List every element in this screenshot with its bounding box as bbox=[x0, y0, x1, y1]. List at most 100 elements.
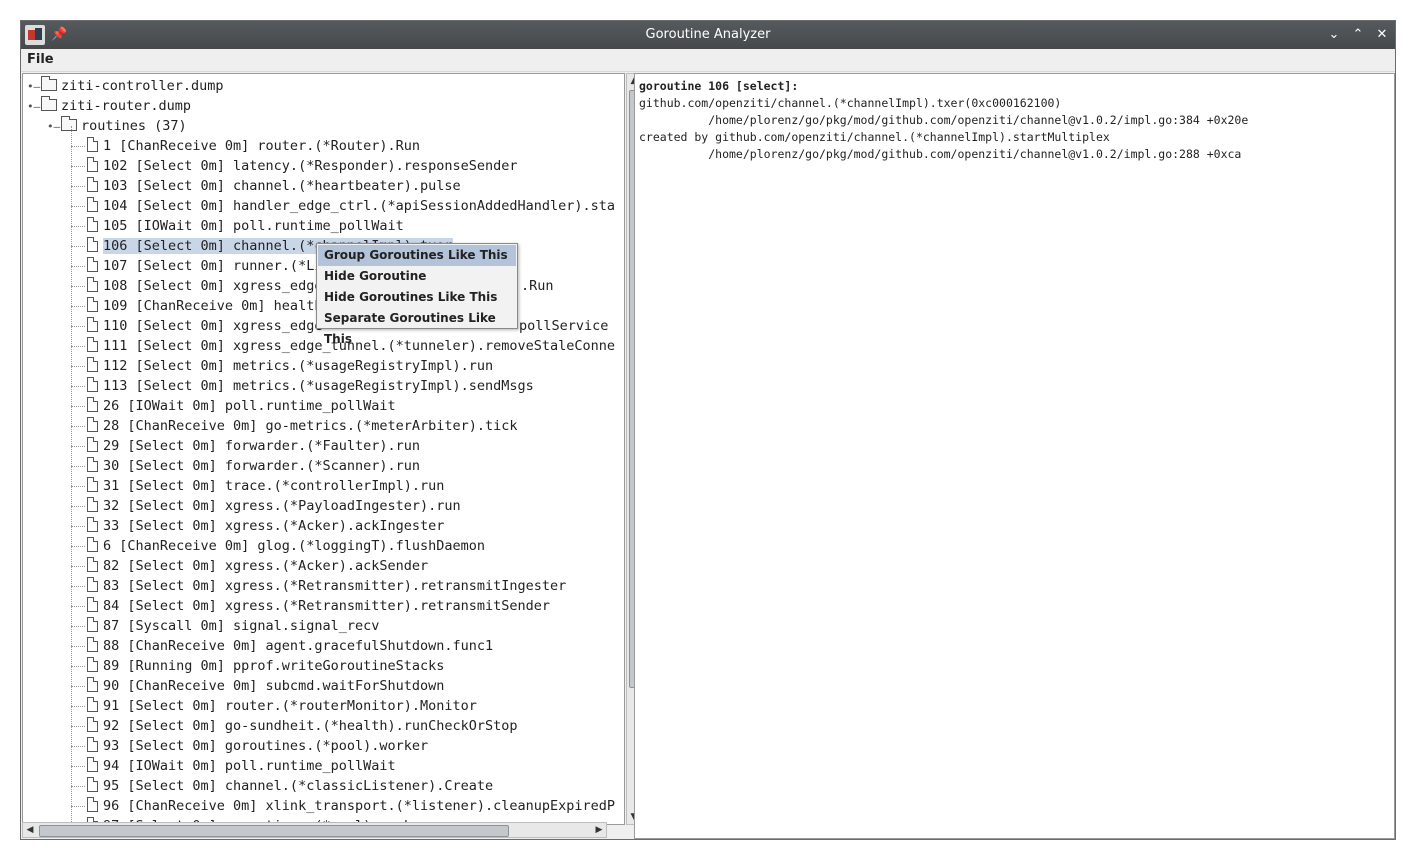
tree-guide-line bbox=[71, 346, 85, 347]
title-bar[interactable]: 📌 Goroutine Analyzer ⌄ ⌃ ✕ bbox=[21, 21, 1395, 49]
tree-node-dump[interactable]: •– ziti-router.dump bbox=[27, 96, 191, 116]
tree-guide-line bbox=[71, 166, 85, 167]
goroutine-row[interactable]: 1 [ChanReceive 0m] router.(*Router).Run bbox=[87, 136, 420, 156]
goroutine-row[interactable]: 95 [Select 0m] channel.(*classicListener… bbox=[87, 776, 493, 796]
goroutine-label: 109 [ChanReceive 0m] health bbox=[103, 298, 323, 314]
tree-guide-line bbox=[71, 666, 85, 667]
scroll-left-icon[interactable]: ◀ bbox=[23, 823, 37, 837]
goroutine-tree-pane[interactable]: •– ziti-controller.dump •– ziti-router.dum… bbox=[22, 73, 625, 825]
goroutine-label: 107 [Select 0m] runner.(*Li bbox=[103, 258, 323, 274]
close-icon[interactable]: ✕ bbox=[1373, 26, 1391, 44]
goroutine-label: 96 [ChanReceive 0m] xlink_transport.(*li… bbox=[103, 798, 616, 814]
file-icon bbox=[87, 197, 98, 212]
goroutine-row[interactable]: 105 [IOWait 0m] poll.runtime_pollWait bbox=[87, 216, 404, 236]
scroll-right-icon[interactable]: ▶ bbox=[592, 823, 606, 837]
goroutine-row[interactable]: 32 [Select 0m] xgress.(*PayloadIngester)… bbox=[87, 496, 461, 516]
goroutine-row[interactable]: 103 [Select 0m] channel.(*heartbeater).p… bbox=[87, 176, 461, 196]
goroutine-label: 87 [Syscall 0m] signal.signal_recv bbox=[103, 618, 380, 634]
goroutine-row[interactable]: 92 [Select 0m] go-sundheit.(*health).run… bbox=[87, 716, 518, 736]
goroutine-label: 110 [Select 0m] xgress_edge bbox=[103, 318, 323, 334]
file-icon bbox=[87, 417, 98, 432]
goroutine-row[interactable]: 82 [Select 0m] xgress.(*Acker).ackSender bbox=[87, 556, 428, 576]
goroutine-label: 28 [ChanReceive 0m] go-metrics.(*meterAr… bbox=[103, 418, 518, 434]
goroutine-row[interactable]: 94 [IOWait 0m] poll.runtime_pollWait bbox=[87, 756, 396, 776]
expanded-toggle-icon[interactable]: •– bbox=[27, 97, 40, 117]
goroutine-row[interactable]: 28 [ChanReceive 0m] go-metrics.(*meterAr… bbox=[87, 416, 518, 436]
minimize-icon[interactable]: ⌄ bbox=[1325, 26, 1343, 44]
goroutine-row[interactable]: 31 [Select 0m] trace.(*controllerImpl).r… bbox=[87, 476, 444, 496]
menu-item-hide-like-this[interactable]: Hide Goroutines Like This bbox=[318, 287, 516, 308]
goroutine-row[interactable]: 29 [Select 0m] forwarder.(*Faulter).run bbox=[87, 436, 420, 456]
menu-item-hide-goroutine[interactable]: Hide Goroutine bbox=[318, 266, 516, 287]
goroutine-label: 30 [Select 0m] forwarder.(*Scanner).run bbox=[103, 458, 420, 474]
goroutine-row[interactable]: 6 [ChanReceive 0m] glog.(*loggingT).flus… bbox=[87, 536, 485, 556]
file-icon bbox=[87, 717, 98, 732]
menu-bar: File bbox=[21, 49, 1395, 72]
tree-node-dump[interactable]: •– ziti-controller.dump bbox=[27, 76, 224, 96]
goroutine-row[interactable]: 112 [Select 0m] metrics.(*usageRegistryI… bbox=[87, 356, 493, 376]
menu-item-group-like-this[interactable]: Group Goroutines Like This bbox=[318, 245, 516, 266]
file-icon bbox=[87, 617, 98, 632]
goroutine-row[interactable]: 113 [Select 0m] metrics.(*usageRegistryI… bbox=[87, 376, 534, 396]
goroutine-label: 89 [Running 0m] pprof.writeGoroutineStac… bbox=[103, 658, 445, 674]
goroutine-row[interactable]: 33 [Select 0m] xgress.(*Acker).ackIngest… bbox=[87, 516, 444, 536]
stack-line: created by github.com/openziti/channel.(… bbox=[639, 130, 1110, 144]
tree-guide-line bbox=[71, 526, 85, 527]
stack-trace-pane[interactable]: goroutine 106 [select]: github.com/openzi… bbox=[634, 73, 1395, 839]
routines-label: routines (37) bbox=[81, 118, 187, 134]
tree-guide-line bbox=[71, 186, 85, 187]
stack-trace-text[interactable]: goroutine 106 [select]: github.com/openzi… bbox=[639, 78, 1248, 163]
goroutine-row[interactable]: 83 [Select 0m] xgress.(*Retransmitter).r… bbox=[87, 576, 566, 596]
tree-guide-line bbox=[71, 506, 85, 507]
tree-guide-line bbox=[71, 626, 85, 627]
menu-item-separate-like-this[interactable]: Separate Goroutines Like This bbox=[318, 308, 516, 346]
goroutine-row[interactable]: 107 [Select 0m] runner.(*Li bbox=[87, 256, 322, 276]
file-icon bbox=[87, 497, 98, 512]
tree-guide-line bbox=[71, 306, 85, 307]
tree-guide-line bbox=[71, 566, 85, 567]
tree-guide-line bbox=[71, 746, 85, 747]
tree-horizontal-scrollbar[interactable]: ◀ ▶ bbox=[22, 822, 607, 838]
tree-guide-line bbox=[71, 366, 85, 367]
goroutine-tree[interactable]: •– ziti-controller.dump •– ziti-router.dum… bbox=[23, 74, 624, 824]
tree-guide-line bbox=[71, 486, 85, 487]
goroutine-label: 105 [IOWait 0m] poll.runtime_pollWait bbox=[103, 218, 404, 234]
goroutine-row[interactable]: 110 [Select 0m] xgress_edge bbox=[87, 316, 322, 336]
goroutine-row[interactable]: 87 [Syscall 0m] signal.signal_recv bbox=[87, 616, 379, 636]
goroutine-row[interactable]: 90 [ChanReceive 0m] subcmd.waitForShutdo… bbox=[87, 676, 444, 696]
file-icon bbox=[87, 157, 98, 172]
goroutine-row[interactable]: 96 [ChanReceive 0m] xlink_transport.(*li… bbox=[87, 796, 615, 816]
menu-file[interactable]: File bbox=[25, 51, 56, 69]
goroutine-label-tail: .Run bbox=[521, 278, 554, 294]
tree-node-routines[interactable]: •– routines (37) bbox=[47, 116, 187, 136]
goroutine-label: 84 [Select 0m] xgress.(*Retransmitter).r… bbox=[103, 598, 551, 614]
maximize-icon[interactable]: ⌃ bbox=[1349, 26, 1367, 44]
goroutine-row[interactable]: 88 [ChanReceive 0m] agent.gracefulShutdo… bbox=[87, 636, 493, 656]
window-title: Goroutine Analyzer bbox=[645, 27, 771, 42]
goroutine-label: 104 [Select 0m] handler_edge_ctrl.(*apiS… bbox=[103, 198, 616, 214]
file-icon bbox=[87, 757, 98, 772]
horizontal-scroll-thumb[interactable] bbox=[39, 825, 509, 837]
goroutine-label: 82 [Select 0m] xgress.(*Acker).ackSender bbox=[103, 558, 429, 574]
goroutine-row[interactable]: 26 [IOWait 0m] poll.runtime_pollWait bbox=[87, 396, 396, 416]
goroutine-row[interactable]: 108 [Select 0m] xgress_edge bbox=[87, 276, 322, 296]
goroutine-row[interactable]: 89 [Running 0m] pprof.writeGoroutineStac… bbox=[87, 656, 444, 676]
split-pane-divider[interactable] bbox=[626, 73, 634, 839]
collapsed-toggle-icon[interactable]: •– bbox=[27, 77, 40, 97]
file-icon bbox=[87, 317, 98, 332]
goroutine-row[interactable]: 30 [Select 0m] forwarder.(*Scanner).run bbox=[87, 456, 420, 476]
goroutine-row[interactable]: 109 [ChanReceive 0m] health bbox=[87, 296, 322, 316]
file-icon bbox=[87, 597, 98, 612]
goroutine-row[interactable]: 93 [Select 0m] goroutines.(*pool).worker bbox=[87, 736, 428, 756]
goroutine-row[interactable]: 104 [Select 0m] handler_edge_ctrl.(*apiS… bbox=[87, 196, 615, 216]
goroutine-row[interactable]: 102 [Select 0m] latency.(*Responder).res… bbox=[87, 156, 518, 176]
tree-guide-line bbox=[71, 126, 72, 824]
goroutine-label: 83 [Select 0m] xgress.(*Retransmitter).r… bbox=[103, 578, 567, 594]
goroutine-row[interactable]: 84 [Select 0m] xgress.(*Retransmitter).r… bbox=[87, 596, 550, 616]
file-icon bbox=[87, 697, 98, 712]
goroutine-label: 95 [Select 0m] channel.(*classicListener… bbox=[103, 778, 494, 794]
goroutine-row[interactable]: 91 [Select 0m] router.(*routerMonitor).M… bbox=[87, 696, 477, 716]
goroutine-label: 90 [ChanReceive 0m] subcmd.waitForShutdo… bbox=[103, 678, 445, 694]
expanded-toggle-icon[interactable]: •– bbox=[47, 117, 60, 137]
goroutine-label: 92 [Select 0m] go-sundheit.(*health).run… bbox=[103, 718, 518, 734]
